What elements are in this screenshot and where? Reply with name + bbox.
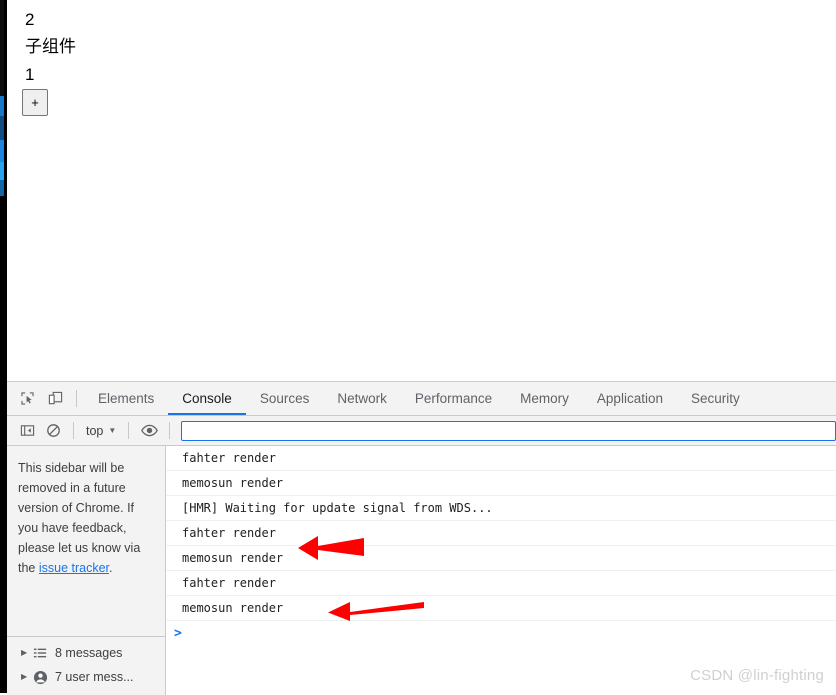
console-message-row[interactable]: memosun render xyxy=(166,596,836,621)
console-sidebar: This sidebar will be removed in a future… xyxy=(7,446,166,695)
console-prompt[interactable]: > xyxy=(166,621,836,645)
issue-tracker-link[interactable]: issue tracker xyxy=(39,561,109,575)
sidebar-item-label-messages: 8 messages xyxy=(55,646,123,660)
tab-application[interactable]: Application xyxy=(583,383,677,415)
tab-memory[interactable]: Memory xyxy=(506,383,583,415)
page-text-count-2: 2 xyxy=(25,10,35,29)
sidebar-notice-text-part2: . xyxy=(109,561,113,575)
tab-console[interactable]: Console xyxy=(168,383,246,415)
execution-context-label: top xyxy=(86,423,104,438)
sidebar-deprecation-notice: This sidebar will be removed in a future… xyxy=(7,446,165,578)
page-text-count-1: 1 xyxy=(25,65,35,84)
sidebar-toggle-icon[interactable] xyxy=(14,419,40,443)
device-toolbar-icon[interactable] xyxy=(41,385,69,413)
console-message-row[interactable]: memosun render xyxy=(166,471,836,496)
devtools-tabbar: Elements Console Sources Network Perform… xyxy=(7,382,836,416)
sidebar-item-user-messages[interactable]: ▶ 7 user mess... xyxy=(7,665,165,689)
page-viewport: 2 子组件 1 + xyxy=(7,0,836,381)
execution-context-selector[interactable]: top ▼ xyxy=(81,420,121,441)
console-message-row[interactable]: fahter render xyxy=(166,571,836,596)
console-message-list[interactable]: fahter render memosun render [HMR] Waiti… xyxy=(166,446,836,695)
sidebar-item-all-messages[interactable]: ▶ 8 messages xyxy=(7,641,165,665)
console-message-row[interactable]: fahter render xyxy=(166,521,836,546)
console-message-row[interactable]: [HMR] Waiting for update signal from WDS… xyxy=(166,496,836,521)
clear-console-icon[interactable] xyxy=(40,419,66,443)
person-icon xyxy=(33,670,55,685)
sidebar-item-label-user-messages: 7 user mess... xyxy=(55,670,134,684)
console-toolbar-divider-2 xyxy=(128,422,130,439)
chevron-right-icon[interactable]: ▶ xyxy=(21,673,33,681)
sidebar-message-groups: ▶ 8 messages ▶ 7 user mess... xyxy=(7,636,165,695)
background-window-sliver xyxy=(0,0,7,693)
sidebar-notice-text-part1: This sidebar will be removed in a future… xyxy=(18,461,141,575)
tab-network[interactable]: Network xyxy=(323,383,401,415)
eye-icon[interactable] xyxy=(136,419,162,443)
toolbar-divider xyxy=(76,390,77,407)
console-toolbar-divider-1 xyxy=(73,422,74,439)
console-toolbar: top ▼ xyxy=(7,416,836,446)
chevron-right-icon[interactable]: ▶ xyxy=(21,649,33,657)
tab-performance[interactable]: Performance xyxy=(401,383,506,415)
page-text-child-component: 子组件 xyxy=(25,37,76,56)
console-filter-input[interactable] xyxy=(181,420,836,441)
tab-security[interactable]: Security xyxy=(677,383,754,415)
inspect-cursor-icon[interactable] xyxy=(13,385,41,413)
increment-button[interactable]: + xyxy=(22,89,48,116)
console-prompt-chevron-icon: > xyxy=(174,625,182,641)
chevron-down-icon: ▼ xyxy=(108,426,117,435)
tab-sources[interactable]: Sources xyxy=(246,383,324,415)
console-message-row[interactable]: fahter render xyxy=(166,446,836,471)
console-body: This sidebar will be removed in a future… xyxy=(7,446,836,695)
console-toolbar-divider-3 xyxy=(169,422,171,439)
tab-elements[interactable]: Elements xyxy=(84,383,168,415)
list-icon xyxy=(33,646,55,660)
console-message-row[interactable]: memosun render xyxy=(166,546,836,571)
watermark: CSDN @lin-fighting xyxy=(690,667,824,684)
devtools-window: Elements Console Sources Network Perform… xyxy=(7,381,836,695)
